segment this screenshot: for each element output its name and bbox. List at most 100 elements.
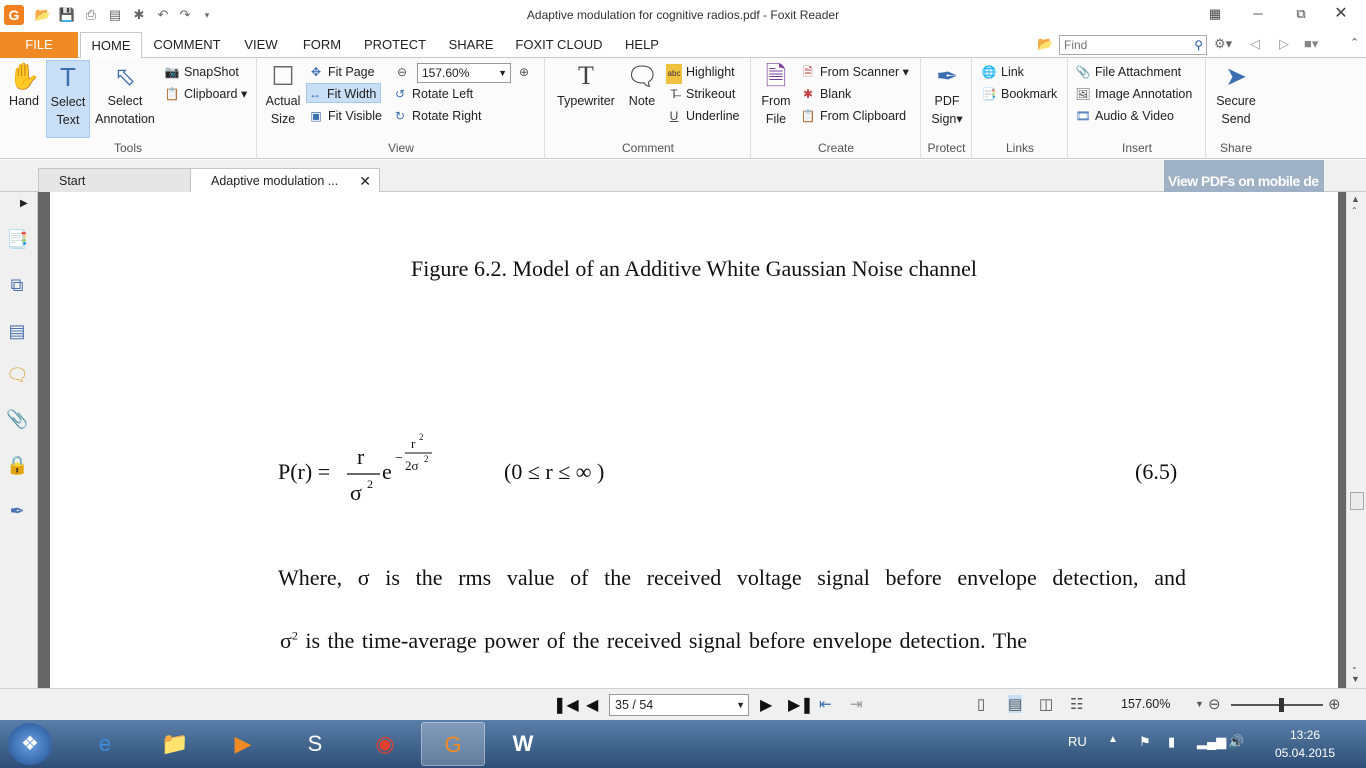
search-icon[interactable]: ⚲ [1194,38,1203,52]
find-box[interactable]: ⚲ [1059,35,1207,55]
hand-tool-button[interactable]: ✋ Hand [4,60,44,136]
strikeout-button[interactable]: T̶ Strikeout [666,84,735,104]
from-scanner-button[interactable]: 🗎 From Scanner ▾ [800,62,909,82]
fit-visible-button[interactable]: ▣ Fit Visible [308,106,382,126]
next-view-icon[interactable]: ▷ [1279,36,1289,52]
show-hidden-icons-icon[interactable]: ▲ [1108,734,1118,745]
layers-panel-icon[interactable]: ▤ [6,320,28,342]
facing-view-icon[interactable]: ◫ [1039,695,1053,713]
action-center-flag-icon[interactable]: ⚑ [1139,734,1151,750]
zoom-in-circle-icon[interactable]: ⊕ [1328,695,1341,713]
signatures-panel-icon[interactable]: ✒ [6,500,28,522]
single-page-view-icon[interactable]: ▯ [977,695,985,713]
previous-view-icon[interactable]: ◁ [1250,36,1260,52]
image-annotation-button[interactable]: 🖼 Image Annotation [1075,84,1192,104]
actual-size-button[interactable]: ☐ Actual Size [262,60,304,136]
select-text-button[interactable]: T Select Text [46,60,90,138]
last-page-icon[interactable]: ▶❚ [788,695,814,715]
vertical-scrollbar[interactable]: ▲ ⌃ ⌄ ▼ [1346,192,1366,688]
ribbon-collapse-icon[interactable]: ⌃ [1350,36,1359,49]
next-page-icon[interactable]: ▶ [760,695,772,715]
page-number-input[interactable]: 35 / 54 ▼ [609,694,749,716]
search-folder-icon[interactable]: 📂 [1037,36,1053,52]
tab-foxit-cloud[interactable]: FOXIT CLOUD [510,32,608,58]
fullscreen-icon[interactable]: ▦ [1202,4,1228,24]
scroll-page-down-icon[interactable]: ⌄ [1351,662,1358,671]
doc-tab-active[interactable]: Adaptive modulation ... ✕ [190,168,380,192]
foxit-reader-taskbar-icon[interactable]: G [421,722,485,766]
start-button[interactable]: ❖ [8,723,52,765]
next-view-nav-icon[interactable]: ⇥ [850,695,863,713]
expand-panel-icon[interactable]: ▶ [20,198,28,209]
volume-icon[interactable]: 🔊 [1228,734,1244,750]
highlight-button[interactable]: abc Highlight [666,62,735,84]
fit-width-button[interactable]: ↔ Fit Width [306,83,382,103]
scroll-up-icon[interactable]: ▲ [1351,194,1360,204]
audio-video-button[interactable]: 🎞 Audio & Video [1075,106,1174,126]
select-annotation-button[interactable]: ⬁ Select Annotation [92,60,158,136]
underline-button[interactable]: U Underline [666,106,740,126]
scrollbar-thumb[interactable] [1350,492,1364,510]
close-button[interactable]: ✕ [1328,4,1354,24]
secure-send-button[interactable]: ➤ Secure Send [1211,60,1261,136]
file-attachment-button[interactable]: 📎 File Attachment [1075,62,1182,82]
note-button[interactable]: 🗨 Note [624,60,660,136]
bookmarks-panel-icon[interactable]: 📑 [6,228,28,250]
scroll-page-up-icon[interactable]: ⌃ [1351,206,1358,215]
tab-protect[interactable]: PROTECT [358,32,432,58]
skype-icon[interactable]: S [283,722,347,766]
first-page-icon[interactable]: ❚◀ [553,695,579,715]
pdf-sign-button[interactable]: ✒ PDF Sign▾ [924,60,970,136]
snapshot-button[interactable]: 📷 SnapShot [164,62,239,82]
zoom-slider-track[interactable] [1231,704,1323,706]
tab-view[interactable]: VIEW [236,32,286,58]
blank-button[interactable]: ✱ Blank [800,84,851,104]
tab-home[interactable]: HOME [80,32,142,59]
comments-panel-icon[interactable]: 🗨 [6,364,29,386]
file-explorer-icon[interactable]: 📁 [143,722,207,766]
word-icon[interactable]: W [491,722,555,766]
restore-button[interactable]: ⧉ [1288,4,1314,24]
scroll-down-icon[interactable]: ▼ [1351,674,1360,684]
chrome-icon[interactable]: ◉ [353,722,417,766]
zoom-out-circle-icon[interactable]: ⊖ [1208,695,1221,713]
zoom-slider-thumb[interactable] [1279,698,1284,712]
user-account-icon[interactable]: ■▾ [1304,36,1318,52]
pages-panel-icon[interactable]: ⧉ [6,274,28,296]
document-viewport[interactable]: Figure 6.2. Model of an Additive White G… [38,192,1346,688]
rotate-right-button[interactable]: ↻ Rotate Right [392,106,482,126]
security-lock-icon[interactable]: 🔒 [6,454,28,476]
typewriter-button[interactable]: T Typewriter [550,60,622,136]
close-tab-icon[interactable]: ✕ [359,169,371,193]
find-input[interactable] [1060,36,1180,54]
bookmark-button[interactable]: 📑 Bookmark [981,84,1058,104]
tab-help[interactable]: HELP [618,32,666,58]
from-file-button[interactable]: 🗎 From File [756,60,796,136]
system-clock[interactable]: 13:26 05.04.2015 [1270,726,1340,762]
internet-explorer-icon[interactable]: e [73,722,137,766]
zoom-select[interactable]: 157.60% ▼ [417,63,511,83]
ad-banner[interactable]: View PDFs on mobile de [1164,160,1324,192]
doc-tab-start[interactable]: Start [38,168,192,192]
link-button[interactable]: 🌐 Link [981,62,1024,82]
tab-file[interactable]: FILE [0,32,78,58]
network-signal-icon[interactable]: ▂▄▆ [1197,734,1226,750]
language-indicator[interactable]: RU [1068,734,1087,749]
zoom-dropdown-icon[interactable]: ▼ [1195,699,1204,709]
rotate-left-button[interactable]: ↺ Rotate Left [392,84,473,104]
status-zoom-value[interactable]: 157.60% [1121,697,1170,711]
continuous-facing-view-icon[interactable]: ☷ [1070,695,1083,713]
clipboard-button[interactable]: 📋 Clipboard ▾ [164,84,248,104]
media-player-icon[interactable]: ▶ [211,722,275,766]
tab-form[interactable]: FORM [296,32,348,58]
zoom-in-button[interactable]: ⊕ [516,62,536,82]
from-clipboard-button[interactable]: 📋 From Clipboard [800,106,907,126]
tab-share[interactable]: SHARE [442,32,500,58]
zoom-out-button[interactable]: ⊖ [394,62,414,82]
continuous-view-icon[interactable]: ▤ [1008,695,1023,713]
previous-view-nav-icon[interactable]: ⇤ [819,695,832,713]
attachments-panel-icon[interactable]: 📎 [6,408,28,430]
tab-comment[interactable]: COMMENT [148,32,226,58]
battery-icon[interactable]: ▮ [1168,734,1175,750]
settings-gear-icon[interactable]: ⚙▾ [1214,36,1232,52]
